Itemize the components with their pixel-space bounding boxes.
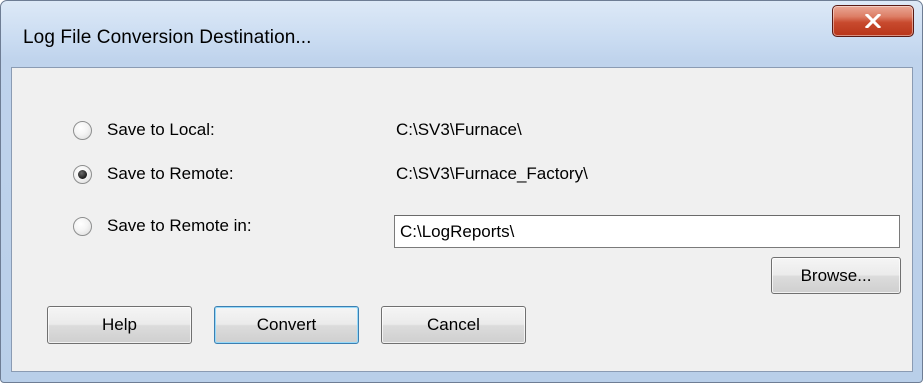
radio-selected-dot <box>78 170 87 179</box>
help-button[interactable]: Help <box>47 306 192 344</box>
close-icon <box>865 14 881 28</box>
save-to-remote-in-radio[interactable] <box>73 217 92 236</box>
save-to-local-label[interactable]: Save to Local: <box>107 120 215 140</box>
cancel-button[interactable]: Cancel <box>381 306 526 344</box>
save-to-remote-radio[interactable] <box>73 165 92 184</box>
window-title: Log File Conversion Destination... <box>23 27 312 48</box>
dialog-content: Save to Local: C:\SV3\Furnace\ Save to R… <box>11 67 913 372</box>
remote-path-text: C:\SV3\Furnace_Factory\ <box>396 164 588 183</box>
save-to-remote-in-label[interactable]: Save to Remote in: <box>107 216 252 236</box>
dialog-window: Log File Conversion Destination... Save … <box>0 0 923 383</box>
browse-button[interactable]: Browse... <box>771 257 901 294</box>
close-button[interactable] <box>832 5 914 37</box>
remote-in-path-input[interactable] <box>394 215 900 248</box>
save-to-remote-label[interactable]: Save to Remote: <box>107 164 234 184</box>
title-bar[interactable]: Log File Conversion Destination... <box>1 1 922 65</box>
save-to-local-radio[interactable] <box>73 121 92 140</box>
local-path-text: C:\SV3\Furnace\ <box>396 120 522 139</box>
convert-button[interactable]: Convert <box>214 306 359 344</box>
